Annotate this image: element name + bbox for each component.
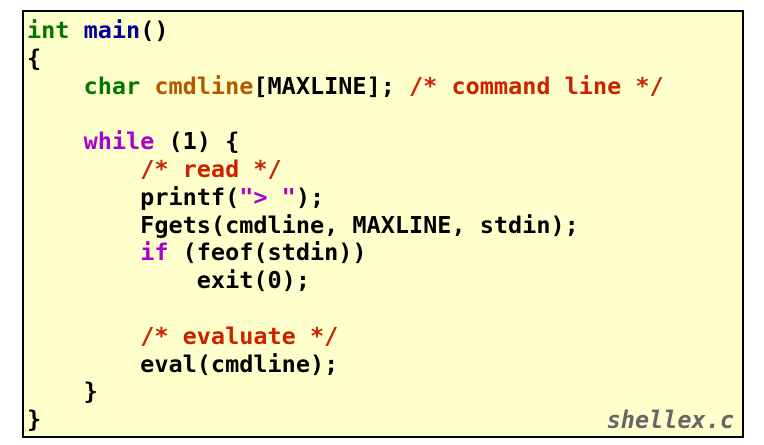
code-line: }: [27, 377, 664, 406]
code-token-plain: );: [295, 182, 325, 211]
code-token-plain: (): [140, 16, 169, 44]
code-token-comment: /* evaluate */: [140, 321, 339, 350]
code-line: Fgets(cmdline, MAXLINE, stdin);: [27, 210, 664, 240]
code-token-keyword: if: [140, 238, 169, 267]
code-line: if (feof(stdin)): [27, 238, 664, 267]
code-token-plain: [MAXLINE];: [253, 71, 410, 100]
code-token-plain: printf(: [27, 182, 240, 211]
code-line: while (1) {: [27, 127, 664, 156]
code-line: int main(): [27, 16, 664, 45]
code-token-func: main: [83, 16, 141, 44]
code-token-keyword: while: [83, 127, 155, 156]
code-token-plain: (feof(stdin)): [168, 238, 367, 267]
code-token-plain: exit(0);: [27, 266, 310, 295]
code-block: int main(){ char cmdline[MAXLINE]; /* co…: [27, 16, 664, 434]
code-token-comment: /* read */: [140, 154, 282, 183]
code-token-plain: }: [27, 405, 42, 434]
code-line: /* read */: [27, 154, 664, 184]
code-token-plain: eval(cmdline);: [27, 349, 339, 378]
code-token-type: int: [27, 16, 70, 44]
code-token-plain: Fgets(cmdline, MAXLINE, stdin);: [27, 210, 579, 239]
code-token-plain: }: [27, 377, 98, 406]
code-line: {: [27, 43, 664, 73]
code-token-plain: {: [27, 43, 42, 72]
code-line: exit(0);: [27, 266, 664, 295]
code-line: }: [27, 405, 664, 434]
code-line: char cmdline[MAXLINE]; /* command line *…: [27, 71, 664, 101]
code-token-type: char: [83, 71, 141, 100]
code-line: printf("> ");: [27, 182, 664, 212]
code-token-comment: /* command line */: [409, 71, 664, 100]
code-listing-panel: int main(){ char cmdline[MAXLINE]; /* co…: [22, 10, 744, 438]
code-token-ident: cmdline: [154, 71, 254, 100]
code-line: eval(cmdline);: [27, 349, 664, 379]
code-token-string: "> ": [239, 182, 296, 211]
code-line: /* evaluate */: [27, 321, 664, 351]
filename-label: shellex.c: [606, 406, 734, 434]
code-token-plain: (1) {: [154, 127, 240, 156]
